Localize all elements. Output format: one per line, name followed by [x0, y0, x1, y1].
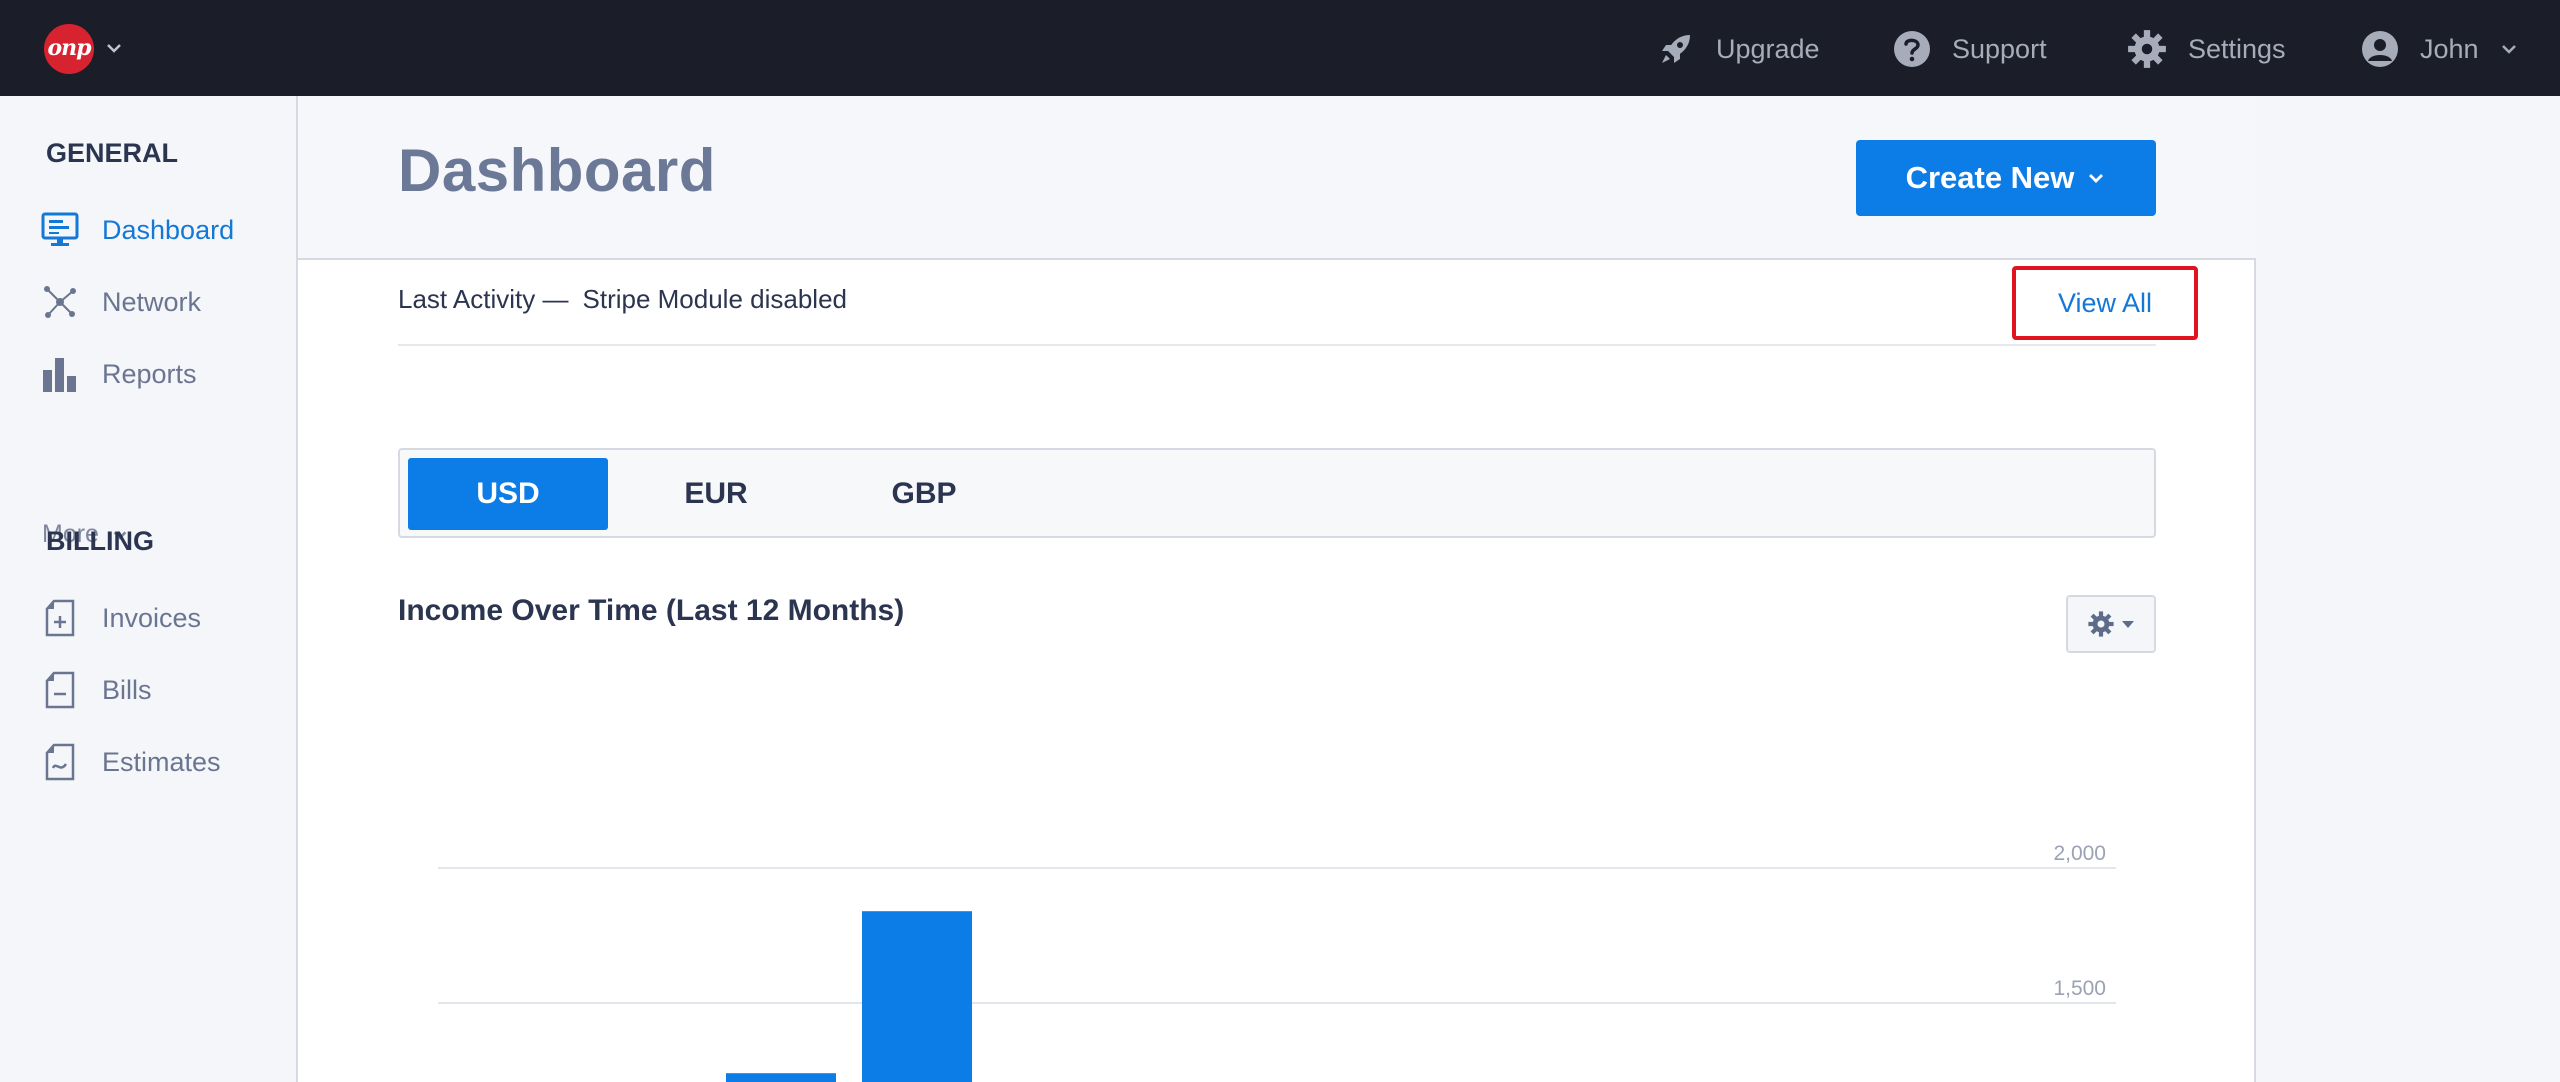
gear-icon: [2088, 611, 2114, 637]
tab-usd[interactable]: USD: [408, 458, 608, 530]
sidebar-item-label: Bills: [102, 674, 152, 705]
page-title: Dashboard: [398, 137, 716, 204]
user-icon: [2362, 31, 2398, 67]
top-navigation-bar: onp Upgrade Support Settings John: [0, 0, 2560, 96]
sidebar-item-reports[interactable]: Reports: [40, 350, 197, 398]
user-name: John: [2420, 33, 2479, 64]
support-label: Support: [1952, 33, 2047, 64]
income-chart: 2,0001,5001,000: [438, 842, 2116, 1082]
logo-text: onp: [47, 35, 91, 61]
invoice-icon: [40, 598, 80, 638]
upgrade-label: Upgrade: [1716, 33, 1820, 64]
general-heading: GENERAL: [46, 138, 179, 168]
settings-link[interactable]: Settings: [2126, 24, 2286, 74]
main-content: Dashboard Create New Last Activity — Str…: [298, 96, 2256, 1082]
view-all-link[interactable]: View All: [2012, 266, 2198, 340]
y-tick-label: 1,500: [2053, 977, 2106, 1000]
estimate-icon: [40, 742, 80, 782]
income-bar[interactable]: [862, 911, 972, 1082]
create-new-label: Create New: [1905, 160, 2075, 195]
create-new-button[interactable]: Create New: [1856, 140, 2156, 216]
sidebar-item-label: Reports: [102, 358, 197, 389]
sidebar-item-network[interactable]: Network: [40, 278, 201, 326]
currency-tabs: USD EUR GBP: [398, 448, 2156, 538]
upgrade-link[interactable]: Upgrade: [1656, 24, 1820, 74]
tab-gbp[interactable]: GBP: [824, 458, 1024, 530]
sidebar-item-invoices[interactable]: Invoices: [40, 594, 201, 642]
settings-label: Settings: [2188, 33, 2286, 64]
rocket-icon: [1662, 35, 1690, 63]
question-icon: [1894, 31, 1930, 67]
chevron-down-icon[interactable]: [104, 38, 124, 58]
network-icon: [40, 282, 80, 322]
chart-title: Income Over Time (Last 12 Months): [398, 594, 905, 627]
user-menu[interactable]: John: [2360, 24, 2519, 74]
last-activity-bar: Last Activity — Stripe Module disabled: [398, 276, 2156, 346]
monitor-icon: [40, 210, 80, 250]
page-header: Dashboard Create New: [298, 96, 2256, 260]
sidebar: GENERAL Dashboard Network Reports More B…: [0, 96, 298, 1082]
sidebar-item-label: Network: [102, 286, 202, 317]
gear-icon: [2128, 30, 2166, 68]
income-bar[interactable]: [726, 1073, 836, 1082]
chevron-down-icon: [2501, 45, 2516, 54]
billing-heading: BILLING: [46, 526, 154, 556]
caret-down-icon: [2122, 621, 2134, 628]
sidebar-item-label: Invoices: [102, 602, 202, 633]
sidebar-item-label: Estimates: [102, 746, 221, 777]
last-activity-value: Stripe Module disabled: [582, 284, 848, 314]
sidebar-item-bills[interactable]: Bills: [40, 666, 152, 714]
chart-settings-button[interactable]: [2066, 595, 2156, 653]
bar-chart-icon: [40, 354, 80, 394]
last-activity-label: Last Activity —: [398, 284, 569, 314]
chevron-down-icon: [2089, 174, 2104, 183]
y-tick-label: 2,000: [2053, 842, 2106, 865]
support-link[interactable]: Support: [1892, 24, 2047, 74]
sidebar-item-estimates[interactable]: Estimates: [40, 738, 221, 786]
right-empty-pane: [2258, 96, 2560, 1082]
bill-icon: [40, 670, 80, 710]
sidebar-item-label: Dashboard: [102, 214, 235, 245]
app-logo[interactable]: onp: [44, 24, 94, 74]
tab-eur[interactable]: EUR: [616, 458, 816, 530]
sidebar-item-dashboard[interactable]: Dashboard: [40, 206, 234, 254]
